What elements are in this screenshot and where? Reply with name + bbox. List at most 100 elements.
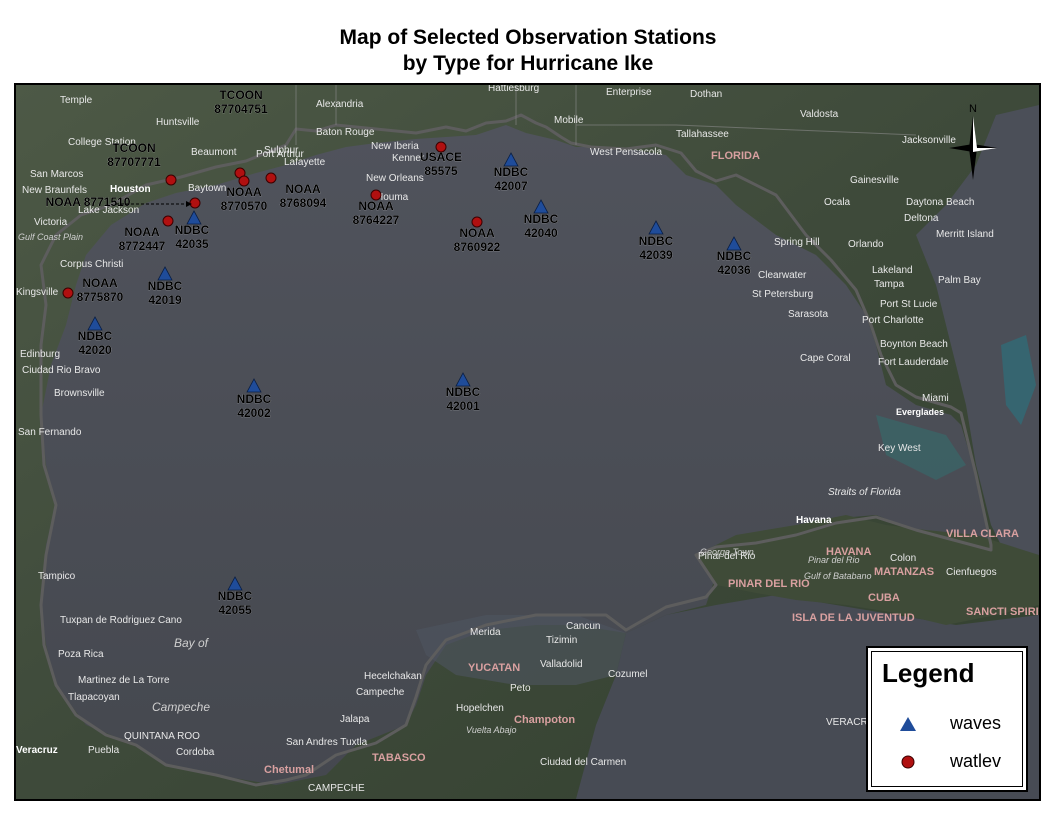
station-label-noaa-8772447-line-0: NOAA xyxy=(124,225,160,239)
station-label-noaa-8770570-line-1: 8770570 xyxy=(221,199,268,213)
place-name-jacksonville: Jacksonville xyxy=(902,135,956,146)
place-name-campeche: CAMPECHE xyxy=(308,783,365,794)
place-name-ocala: Ocala xyxy=(824,197,851,208)
place-name-veracruz: Veracruz xyxy=(16,745,58,756)
place-name-puebla: Puebla xyxy=(88,745,120,756)
station-label-noaa-8775870-line-0: NOAA xyxy=(82,276,118,290)
station-label-noaa-8760922-line-0: NOAA xyxy=(459,226,495,240)
watlev-station-marker-noaa-8771510[interactable] xyxy=(189,197,201,209)
station-label-ndbc-42001-line-0: NDBC xyxy=(446,385,481,399)
station-label-ndbc-42002-line-1: 42002 xyxy=(237,406,271,420)
place-name-hattiesburg: Hattiesburg xyxy=(488,85,539,94)
place-name-cozumel: Cozumel xyxy=(608,669,647,680)
place-name-ciudad-rio-bravo: Ciudad Rio Bravo xyxy=(22,365,101,376)
station-label-ndbc-42035-line-0: NDBC xyxy=(175,223,210,237)
place-name-merritt-island: Merritt Island xyxy=(936,229,994,240)
legend-box: Legend waves watlev xyxy=(866,646,1028,792)
station-label-ndbc-42007-line-0: NDBC xyxy=(494,165,529,179)
place-name-campeche: Campeche xyxy=(152,700,210,714)
place-name-clearwater: Clearwater xyxy=(758,270,807,281)
place-name-baytown: Baytown xyxy=(188,183,226,194)
place-name-kingsville: Kingsville xyxy=(16,287,59,298)
map-title-line-2: by Type for Hurricane Ike xyxy=(402,52,654,75)
watlev-station-marker-noaa-8775870[interactable] xyxy=(62,287,74,299)
station-label-usace-85575-line-0: USACE xyxy=(420,150,462,164)
station-label-ndbc-42055-line-0: NDBC xyxy=(218,589,253,603)
place-name-beaumont: Beaumont xyxy=(191,147,237,158)
place-name-boynton-beach: Boynton Beach xyxy=(880,339,948,350)
place-name-matanzas: MATANZAS xyxy=(874,566,934,578)
place-name-spring-hill: Spring Hill xyxy=(774,237,820,248)
place-name-cienfuegos: Cienfuegos xyxy=(946,567,997,578)
place-name-enterprise: Enterprise xyxy=(606,87,652,98)
place-name-cape-coral: Cape Coral xyxy=(800,353,851,364)
place-name-colon: Colon xyxy=(890,553,916,564)
place-name-tampico: Tampico xyxy=(38,571,76,582)
legend-label-watlev: watlev xyxy=(950,751,1002,771)
place-name-port-charlotte: Port Charlotte xyxy=(862,315,924,326)
place-name-sancti-spiritus: SANCTI SPIRITUS xyxy=(966,606,1039,618)
watlev-station-marker-noaa-8768094[interactable] xyxy=(265,172,277,184)
station-label-noaa-8771510-line-0: NOAA 8771510 xyxy=(46,195,131,209)
station-label-ndbc-42039-line-0: NDBC xyxy=(639,234,674,248)
station-label-noaa-8764227-line-0: NOAA xyxy=(358,199,394,213)
place-name-champoton: Champoton xyxy=(514,714,575,726)
place-name-martinez-de-la-torre: Martinez de La Torre xyxy=(78,675,170,686)
place-name-key-west: Key West xyxy=(878,443,921,454)
place-name-tallahassee: Tallahassee xyxy=(676,129,729,140)
place-name-gulf-coast-plain: Gulf Coast Plain xyxy=(18,232,83,242)
place-name-straits-of-florida: Straits of Florida xyxy=(828,487,901,498)
place-name-port-st-lucie: Port St Lucie xyxy=(880,299,938,310)
place-name-orlando: Orlando xyxy=(848,239,884,250)
place-name-pinar-del-rio: Pinar del Rio xyxy=(808,555,860,565)
watlev-station-marker-tcoon-87707771[interactable] xyxy=(165,174,177,186)
place-name-vuelta-abajo: Vuelta Abajo xyxy=(466,725,517,735)
place-name-fort-lauderdale: Fort Lauderdale xyxy=(878,357,949,368)
place-name-new-iberia: New Iberia xyxy=(371,141,419,152)
place-name-everglades: Everglades xyxy=(896,407,944,417)
station-label-ndbc-42036-line-1: 42036 xyxy=(717,263,751,277)
place-name-san-andres-tuxtla: San Andres Tuxtla xyxy=(286,737,368,748)
place-name-peto: Peto xyxy=(510,683,531,694)
station-label-ndbc-42039-line-1: 42039 xyxy=(639,248,673,262)
place-name-tampa: Tampa xyxy=(874,279,904,290)
station-label-usace-85575-line-1: 85575 xyxy=(424,164,458,178)
station-label-ndbc-42035-line-1: 42035 xyxy=(175,237,209,251)
place-name-bay-of: Bay of xyxy=(174,636,210,650)
station-label-ndbc-42040-line-0: NDBC xyxy=(524,212,559,226)
station-label-noaa-8775870-line-1: 8775870 xyxy=(77,290,124,304)
station-label-tcoon-87707771-line-0: TCOON xyxy=(112,141,155,155)
place-name-hecelchakan: Hecelchakan xyxy=(364,671,422,682)
place-name-cordoba: Cordoba xyxy=(176,747,215,758)
watlev-station-marker-noaa-8772447[interactable] xyxy=(162,215,174,227)
place-name-huntsville: Huntsville xyxy=(156,117,200,128)
place-name-deltona: Deltona xyxy=(904,213,939,224)
place-name-chetumal: Chetumal xyxy=(264,764,314,776)
station-label-noaa-8768094-line-0: NOAA xyxy=(285,182,321,196)
place-name-gainesville: Gainesville xyxy=(850,175,899,186)
place-name-quintana-roo: QUINTANA ROO xyxy=(124,731,200,742)
place-name-cancun: Cancun xyxy=(566,621,600,632)
place-name-gulf-of-batabano: Gulf of Batabano xyxy=(804,571,872,581)
place-name-victoria: Victoria xyxy=(34,217,68,228)
place-name-west-pensacola: West Pensacola xyxy=(590,147,663,158)
station-label-ndbc-42002-line-0: NDBC xyxy=(237,392,272,406)
place-name-port-arthur: Port Arthur xyxy=(256,149,304,160)
place-name-valdosta: Valdosta xyxy=(800,109,839,120)
station-label-noaa-8772447-line-1: 8772447 xyxy=(119,239,166,253)
station-label-tcoon-87704751-line-0: TCOON xyxy=(219,88,262,102)
place-name-cuba: CUBA xyxy=(868,592,900,604)
station-label-tcoon-87704751-line-1: 87704751 xyxy=(214,102,268,116)
station-label-noaa-8768094-line-1: 8768094 xyxy=(280,196,327,210)
station-label-noaa-8770570-line-0: NOAA xyxy=(226,185,262,199)
place-name-corpus-christi: Corpus Christi xyxy=(60,259,123,270)
compass-north-label: N xyxy=(969,103,977,115)
station-label-ndbc-42040-line-1: 42040 xyxy=(524,226,558,240)
legend-title: Legend xyxy=(882,658,975,688)
station-label-ndbc-42019-line-1: 42019 xyxy=(148,293,182,307)
place-name-florida: FLORIDA xyxy=(711,150,760,162)
place-name-ciudad-del-carmen: Ciudad del Carmen xyxy=(540,757,626,768)
station-label-ndbc-42036-line-0: NDBC xyxy=(717,249,752,263)
place-name-st-petersburg: St Petersburg xyxy=(752,289,813,300)
place-name-merida: Merida xyxy=(470,627,501,638)
